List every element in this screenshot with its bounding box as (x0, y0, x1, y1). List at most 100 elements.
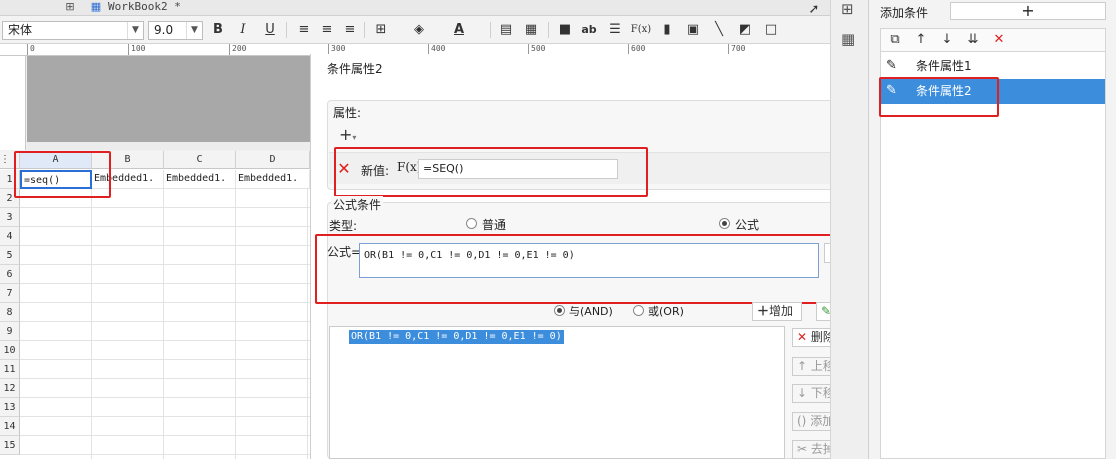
chevron-down-icon: ▼ (127, 22, 143, 39)
workbook-tab-title[interactable]: WorkBook2 * (108, 0, 181, 14)
toolbar-divider (548, 22, 549, 38)
underline-button[interactable]: U (259, 20, 281, 40)
grid-add-icon[interactable]: ⊞ (62, 0, 78, 14)
select-all-corner[interactable]: ⋮⋮ (0, 151, 20, 169)
move-bottom-icon[interactable]: ⇊ (963, 31, 983, 49)
row-header[interactable]: 1 (0, 170, 20, 189)
column-header[interactable]: B (92, 151, 164, 169)
subreport-icon[interactable]: ◩ (734, 20, 756, 40)
logic-and-label[interactable]: 与(AND) (569, 303, 613, 319)
border-icon[interactable]: ⊞ (370, 20, 392, 40)
formula-icon[interactable]: F(x) (630, 20, 652, 40)
ruler-tick: 100 (128, 44, 145, 55)
cell-b1[interactable]: Embedded1. (92, 170, 164, 189)
row-header[interactable]: 4 (0, 227, 20, 246)
font-name-value: 宋体 (8, 23, 33, 37)
image-icon[interactable]: ▣ (682, 20, 704, 40)
row-header[interactable]: 2 (0, 189, 20, 208)
row-header[interactable]: 9 (0, 322, 20, 341)
type-formula-label[interactable]: 公式 (735, 216, 759, 233)
add-property-button[interactable]: +▾ (339, 126, 365, 146)
column-header[interactable]: A (20, 151, 92, 169)
row-header[interactable]: 5 (0, 246, 20, 265)
empty-cells[interactable] (20, 189, 310, 459)
align-right-icon[interactable]: ≡ (339, 20, 361, 40)
cell-a1[interactable]: =seq() (20, 170, 92, 189)
merge-cells-icon[interactable]: ▤ (495, 20, 517, 40)
slash-icon[interactable]: ╲ (708, 20, 730, 40)
delete-property-icon[interactable]: ✕ (336, 161, 352, 177)
type-normal-label[interactable]: 普通 (482, 216, 506, 233)
text-icon[interactable]: ab (578, 20, 600, 40)
workbook-icon: ▦ (90, 0, 102, 13)
add-condition-button[interactable]: ＋增加 (752, 302, 802, 321)
bracket-icon: () (797, 414, 807, 428)
font-name-select[interactable]: 宋体 ▼ (2, 21, 144, 40)
column-header[interactable]: C (164, 151, 236, 169)
cell-d1[interactable]: Embedded1. (236, 170, 310, 189)
dialog-title: 条件属性2 (327, 62, 383, 76)
font-size-value: 9.0 (154, 23, 174, 37)
arrow-down-icon[interactable]: ↓ (937, 31, 957, 49)
row-header[interactable]: 6 (0, 265, 20, 284)
plus-icon: + (339, 125, 353, 144)
row-header[interactable]: 3 (0, 208, 20, 227)
condition-item-1[interactable]: 条件属性1 (881, 54, 1105, 79)
page-edge (27, 142, 310, 150)
row-header[interactable]: 12 (0, 379, 20, 398)
ruler-tick: 200 (229, 44, 246, 55)
arrow-up-icon: ↑ (797, 359, 808, 373)
cell-attr-icon[interactable]: ⊞ (841, 0, 854, 18)
type-label: 类型: (329, 219, 358, 233)
spreadsheet-grid[interactable]: ⋮⋮ A B C D 1 2 3 4 5 6 7 8 9 10 11 12 13… (0, 151, 310, 459)
cell-c1[interactable]: Embedded1. (164, 170, 236, 189)
type-normal-radio[interactable] (466, 218, 477, 229)
fill-color-icon[interactable]: ◈ (408, 20, 430, 40)
logic-or-label[interactable]: 或(OR) (648, 303, 684, 319)
formula-condition-label: 公式条件 (331, 196, 384, 213)
split-cells-icon[interactable]: ▦ (520, 20, 542, 40)
insert-cell-icon[interactable]: ■ (554, 20, 576, 40)
font-color-icon[interactable]: A (448, 20, 470, 40)
bold-button[interactable]: B (207, 20, 229, 40)
type-formula-radio[interactable] (719, 218, 730, 229)
fx-button[interactable]: F(x) (397, 158, 421, 178)
copy-icon[interactable]: ⧉ (885, 31, 905, 49)
row-header[interactable]: 11 (0, 360, 20, 379)
condition-attr-icon[interactable]: ▦ (841, 30, 855, 48)
row-header[interactable]: 13 (0, 398, 20, 417)
row-header[interactable]: 15 (0, 436, 20, 455)
add-label: 增加 (769, 304, 794, 318)
logic-or-radio[interactable] (633, 305, 644, 316)
frame-icon[interactable]: □ (760, 20, 782, 40)
formula-input[interactable]: OR(B1 != 0,C1 != 0,D1 != 0,E1 != 0) (359, 243, 819, 278)
new-value-input[interactable]: =SEQ() (418, 159, 618, 179)
row-header[interactable]: 8 (0, 303, 20, 322)
arrow-up-icon[interactable]: ↑ (911, 31, 931, 49)
chart-icon[interactable]: ▮ (656, 20, 678, 40)
close-icon[interactable]: ✕ (989, 31, 1009, 49)
column-header[interactable]: D (236, 151, 310, 169)
row-header[interactable]: 10 (0, 341, 20, 360)
paragraph-icon[interactable]: ☰ (604, 20, 626, 40)
italic-button[interactable]: I (232, 20, 254, 40)
add-condition-plus-button[interactable]: + (950, 2, 1106, 20)
row-header[interactable]: 14 (0, 417, 20, 436)
new-value-label: 新值: (361, 164, 390, 178)
ruler-tick: 0 (27, 44, 35, 55)
row-header[interactable]: 7 (0, 284, 20, 303)
bracket-remove-icon: ✂ (797, 442, 808, 456)
arrow-down-icon: ↓ (797, 386, 808, 400)
condition-list[interactable] (329, 326, 785, 459)
cursor-icon[interactable]: ➚ (803, 0, 825, 20)
toolbar-divider (286, 22, 287, 38)
align-center-icon[interactable]: ≡ (316, 20, 338, 40)
vertical-ruler (0, 56, 26, 150)
logic-and-radio[interactable] (554, 305, 565, 316)
add-condition-label: 添加条件 (880, 6, 929, 20)
align-left-icon[interactable]: ≡ (293, 20, 315, 40)
condition-list-item[interactable]: OR(B1 != 0,C1 != 0,D1 != 0,E1 != 0) (349, 330, 564, 344)
condition-item-2[interactable]: 条件属性2 (881, 79, 1105, 104)
pencil-icon: ✎ (886, 83, 897, 98)
font-size-select[interactable]: 9.0 ▼ (148, 21, 203, 40)
